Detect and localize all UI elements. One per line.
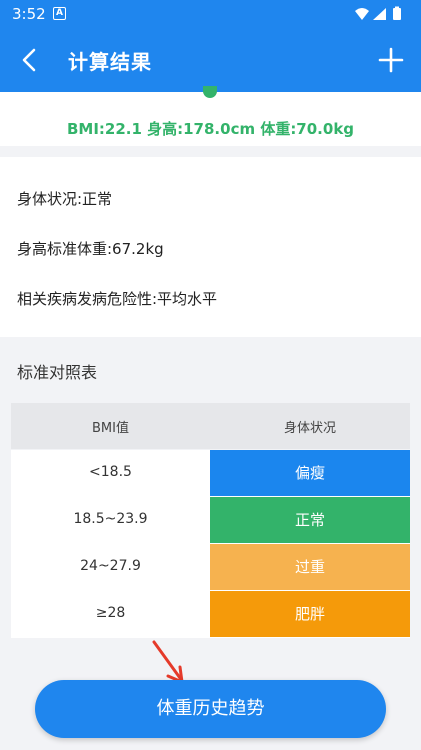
notification-icon: A bbox=[53, 7, 66, 20]
table-row: ≥28 肥胖 bbox=[11, 591, 410, 638]
reference-table-title: 标准对照表 bbox=[17, 363, 98, 382]
header-status: 身体状况 bbox=[283, 421, 336, 436]
standard-weight-text: 身高标准体重:67.2kg bbox=[17, 240, 164, 258]
row-range: 24~27.9 bbox=[80, 558, 141, 574]
signal-icon bbox=[373, 8, 386, 20]
row-status: 正常 bbox=[210, 497, 410, 543]
page-title: 计算结果 bbox=[68, 50, 152, 74]
app-bar: 计算结果 bbox=[0, 28, 421, 92]
row-range: <18.5 bbox=[89, 464, 132, 480]
row-status: 偏瘦 bbox=[210, 450, 410, 496]
weight-history-trend-button[interactable]: 体重历史趋势 bbox=[35, 680, 386, 738]
status-bar: 3:52 A bbox=[0, 0, 421, 28]
wifi-icon bbox=[355, 8, 369, 20]
row-range: 18.5~23.9 bbox=[73, 511, 148, 527]
table-row: 18.5~23.9 正常 bbox=[11, 497, 410, 544]
status-time: 3:52 bbox=[12, 5, 46, 23]
header-bmi: BMI值 bbox=[92, 421, 129, 436]
disease-risk-text: 相关疾病发病危险性:平均水平 bbox=[17, 290, 218, 308]
battery-icon bbox=[393, 6, 401, 20]
row-status: 过重 bbox=[210, 544, 410, 590]
result-info-card: 身体状况:正常 身高标准体重:67.2kg 相关疾病发病危险性:平均水平 bbox=[0, 157, 421, 337]
table-header: BMI值 身体状况 bbox=[11, 403, 410, 449]
body-condition-text: 身体状况:正常 bbox=[17, 190, 113, 208]
bmi-summary-text: BMI:22.1 身高:178.0cm 体重:70.0kg bbox=[66, 120, 355, 138]
add-icon[interactable] bbox=[375, 44, 407, 76]
table-row: 24~27.9 过重 bbox=[11, 544, 410, 591]
row-status: 肥胖 bbox=[210, 591, 410, 637]
back-arrow-icon[interactable] bbox=[14, 44, 46, 76]
indicator-dot-icon bbox=[203, 86, 217, 98]
table-row: <18.5 偏瘦 bbox=[11, 450, 410, 497]
system-icons bbox=[355, 6, 401, 20]
bmi-summary: BMI:22.1 身高:178.0cm 体重:70.0kg bbox=[0, 86, 421, 146]
reference-table: BMI值 身体状况 <18.5 偏瘦 18.5~23.9 正常 24~27.9 … bbox=[11, 403, 410, 639]
row-range: ≥28 bbox=[95, 605, 126, 621]
